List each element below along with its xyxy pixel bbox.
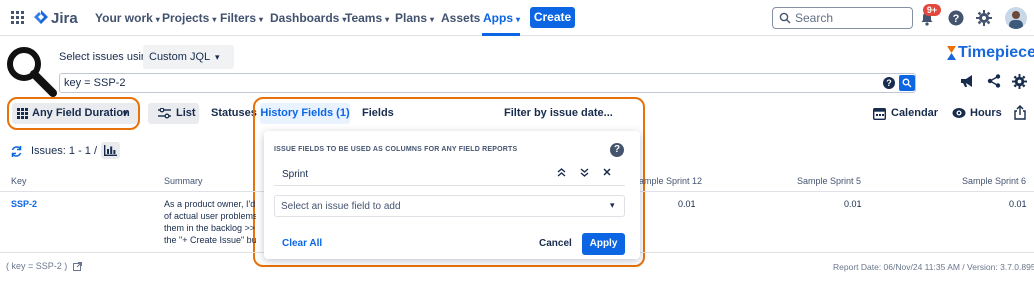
column-header-key[interactable]: Key xyxy=(11,176,27,186)
nav-teams[interactable]: Teams ▾ xyxy=(345,11,389,25)
filter-by-issue-date-button[interactable]: Filter by issue date... xyxy=(504,103,613,124)
chevron-down-icon: ▾ xyxy=(516,15,521,24)
chevron-down-icon: ▾ xyxy=(430,15,435,24)
timepiece-logo-text: Timepiece xyxy=(958,44,1034,61)
list-view-button[interactable]: List xyxy=(148,103,199,124)
chevron-down-icon: ▾ xyxy=(123,108,128,118)
eye-icon xyxy=(952,107,966,119)
calendar-button[interactable]: Calendar xyxy=(891,103,938,124)
search-input[interactable] xyxy=(795,11,907,25)
search-field[interactable] xyxy=(772,7,913,29)
fields-tab[interactable]: Fields xyxy=(362,103,394,124)
nav-plans[interactable]: Plans ▾ xyxy=(395,11,434,25)
chevron-down-icon: ▾ xyxy=(212,15,217,24)
chevron-down-icon: ▾ xyxy=(610,200,615,210)
chart-button[interactable] xyxy=(101,142,120,159)
selected-field-row: Sprint xyxy=(274,164,625,186)
chevron-down-icon: ▾ xyxy=(385,15,390,24)
add-field-placeholder: Select an issue field to add xyxy=(281,201,401,212)
nav-projects[interactable]: Projects ▾ xyxy=(162,11,216,25)
jira-product-name[interactable]: Jira xyxy=(51,10,78,27)
export-icon[interactable] xyxy=(1014,105,1026,120)
hours-button[interactable]: Hours xyxy=(970,103,1002,124)
summary-line: the "+ Create Issue" butto xyxy=(164,235,256,245)
jira-logo-icon[interactable] xyxy=(34,10,48,25)
column-header-sprint-5[interactable]: Sample Sprint 5 xyxy=(797,176,861,186)
summary-line: them in the backlog >> Tr xyxy=(164,223,256,233)
cancel-button[interactable]: Cancel xyxy=(539,238,572,249)
history-fields-tab[interactable]: History Fields (1) xyxy=(260,103,350,124)
move-down-icon[interactable] xyxy=(580,168,589,177)
report-date-version: Report Date: 06/Nov/24 11:35 AM / Versio… xyxy=(833,262,1034,272)
grid-icon xyxy=(17,108,28,119)
issue-selection-mode-select[interactable]: Custom JQL ▾ xyxy=(143,45,234,69)
nav-assets[interactable]: Assets xyxy=(441,11,480,25)
summary-line: of actual user problems a xyxy=(164,211,256,221)
jql-query-input[interactable]: key = SSP-2 xyxy=(59,73,916,93)
jql-help-icon[interactable]: ? xyxy=(883,77,895,89)
history-fields-popup: ISSUE FIELDS TO BE USED AS COLUMNS FOR A… xyxy=(264,131,640,259)
announcement-megaphone-icon[interactable] xyxy=(960,74,976,88)
sliders-icon xyxy=(158,108,171,119)
duration-value-sprint-6: 0.01 xyxy=(1009,199,1027,209)
summary-line: As a product owner, I'd like xyxy=(164,199,256,209)
column-header-sprint-6[interactable]: Sample Sprint 6 xyxy=(962,176,1026,186)
chevron-down-icon: ▾ xyxy=(259,15,264,24)
select-issues-label: Select issues using xyxy=(59,51,154,63)
search-icon xyxy=(779,12,791,24)
help-icon[interactable]: ? xyxy=(610,143,624,157)
chevron-down-icon: ▾ xyxy=(155,15,160,24)
external-link-icon[interactable] xyxy=(72,262,82,272)
refresh-icon[interactable] xyxy=(10,145,23,158)
column-header-sprint-12[interactable]: Sample Sprint 12 xyxy=(633,176,702,186)
svg-text:?: ? xyxy=(953,13,960,25)
issues-count: Issues: 1 - 1 / 1 xyxy=(31,145,107,157)
duration-value-sprint-5: 0.01 xyxy=(844,199,862,209)
magnifier-logo-icon xyxy=(5,45,57,97)
clear-all-button[interactable]: Clear All xyxy=(282,238,322,249)
notification-badge: 9+ xyxy=(923,4,941,16)
nav-your-work[interactable]: Your work ▾ xyxy=(95,11,160,25)
user-avatar[interactable] xyxy=(1005,7,1027,29)
chevron-down-icon: ▾ xyxy=(215,52,220,62)
remove-field-icon[interactable] xyxy=(603,168,611,176)
statuses-tab[interactable]: Statuses xyxy=(211,103,257,124)
active-tab-indicator xyxy=(482,33,520,36)
share-icon[interactable] xyxy=(987,74,1001,88)
jql-search-button[interactable] xyxy=(899,75,915,91)
popup-title: ISSUE FIELDS TO BE USED AS COLUMNS FOR A… xyxy=(274,146,518,153)
issue-key-link[interactable]: SSP-2 xyxy=(11,199,37,209)
calendar-icon xyxy=(873,107,886,120)
footer-jql: ( key = SSP-2 ) xyxy=(6,261,82,272)
hourglass-icon xyxy=(946,45,957,61)
settings-gear-icon[interactable] xyxy=(976,10,992,26)
column-header-summary[interactable]: Summary xyxy=(164,176,203,186)
app-settings-gear-icon[interactable] xyxy=(1012,74,1027,89)
bar-chart-icon xyxy=(104,145,117,156)
duration-value-sprint-12: 0.01 xyxy=(678,199,696,209)
create-button[interactable]: Create xyxy=(530,7,575,28)
nav-apps[interactable]: Apps ▾ xyxy=(483,11,520,25)
search-icon xyxy=(902,78,912,88)
add-issue-field-select[interactable]: Select an issue field to add ▾ xyxy=(274,195,625,217)
report-type-select[interactable]: Any Field Duration ▾ xyxy=(12,103,139,124)
apply-button[interactable]: Apply xyxy=(582,233,625,255)
nav-filters[interactable]: Filters ▾ xyxy=(220,11,263,25)
app-switcher-icon[interactable] xyxy=(11,11,24,24)
move-up-icon[interactable] xyxy=(557,168,566,177)
top-navigation-bar: Jira Your work ▾ Projects ▾ Filters ▾ Dashb… xyxy=(0,0,1034,36)
help-icon[interactable]: ? xyxy=(948,10,964,26)
selected-field-name: Sprint xyxy=(282,169,309,180)
nav-dashboards[interactable]: Dashboards ▾ xyxy=(270,11,346,25)
